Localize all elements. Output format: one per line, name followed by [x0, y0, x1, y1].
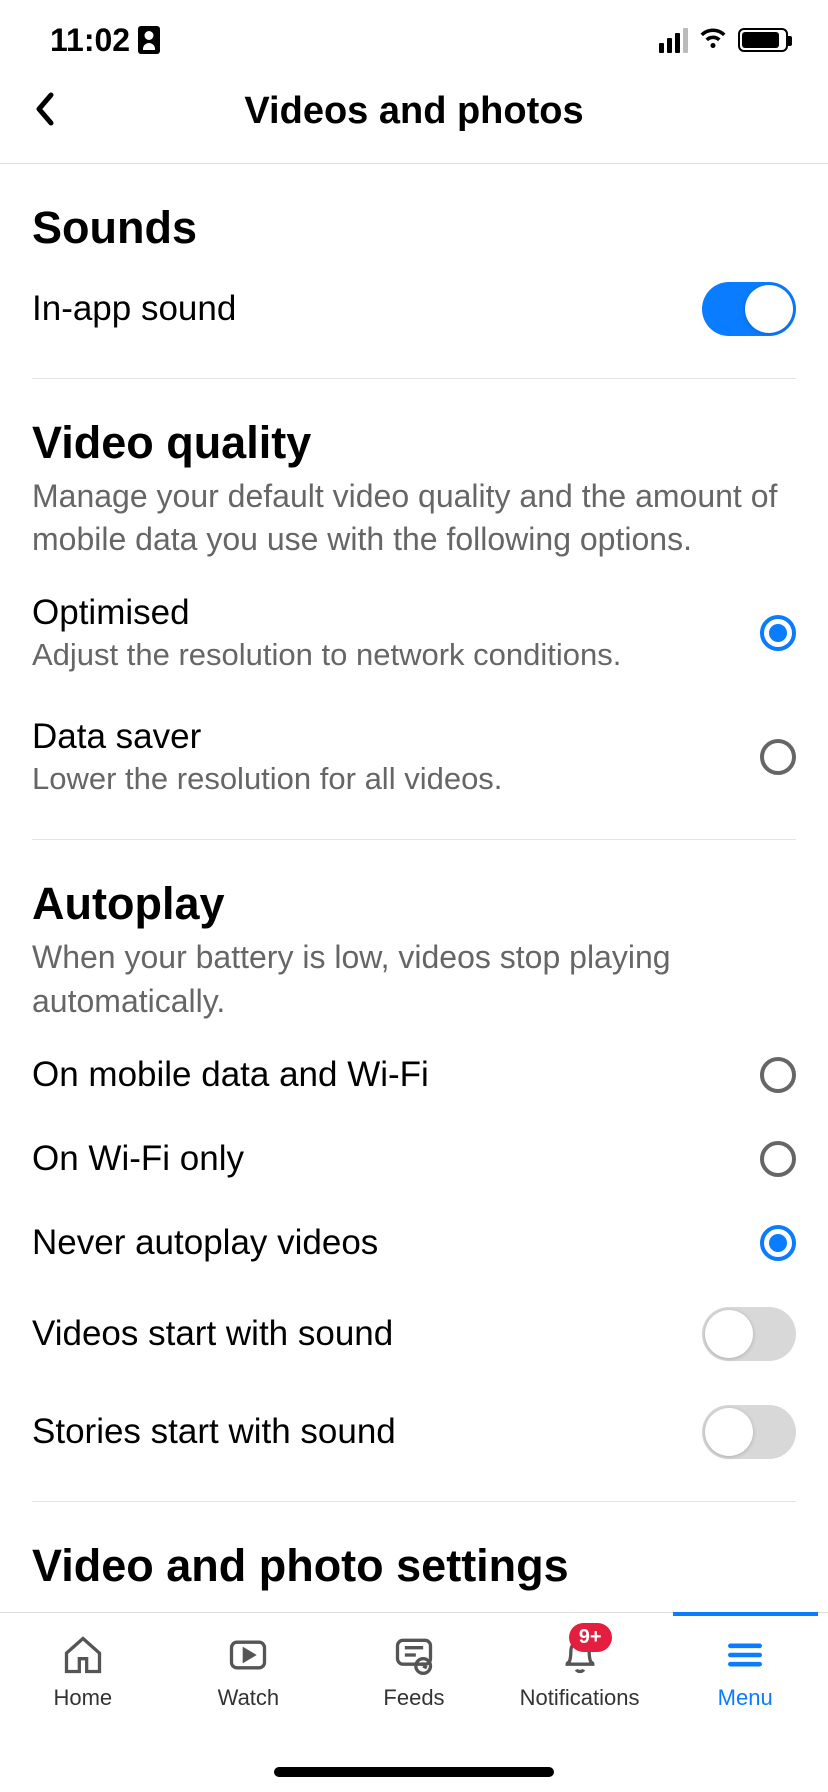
row-autoplay-wifi-only[interactable]: On Wi-Fi only: [32, 1117, 796, 1201]
autoplay-mobile-wifi-label: On mobile data and Wi-Fi: [32, 1055, 760, 1095]
data-saver-sub: Lower the resolution for all videos.: [32, 761, 760, 797]
autoplay-wifi-only-radio[interactable]: [760, 1141, 796, 1177]
tab-menu-label: Menu: [718, 1685, 773, 1711]
row-autoplay-never[interactable]: Never autoplay videos: [32, 1201, 796, 1285]
tab-feeds-label: Feeds: [383, 1685, 444, 1711]
section-video-quality: Video quality Manage your default video …: [32, 379, 796, 840]
section-title-vp-settings: Video and photo settings: [32, 1540, 796, 1592]
home-indicator[interactable]: [274, 1767, 554, 1777]
nav-header: Videos and photos: [0, 70, 828, 164]
autoplay-never-radio[interactable]: [760, 1225, 796, 1261]
battery-icon: [738, 28, 788, 52]
row-stories-sound[interactable]: Stories start with sound: [32, 1383, 796, 1481]
tab-menu[interactable]: Menu: [673, 1631, 818, 1792]
status-bar: 11:02: [0, 0, 828, 70]
stories-sound-toggle[interactable]: [702, 1405, 796, 1459]
video-quality-desc: Manage your default video quality and th…: [32, 475, 796, 561]
bell-icon: 9+: [558, 1631, 602, 1679]
row-data-saver[interactable]: Data saver Lower the resolution for all …: [32, 695, 796, 819]
in-app-sound-label: In-app sound: [32, 289, 702, 329]
data-saver-radio[interactable]: [760, 739, 796, 775]
tab-watch-label: Watch: [218, 1685, 280, 1711]
in-app-sound-toggle[interactable]: [702, 282, 796, 336]
section-title-sounds: Sounds: [32, 202, 796, 254]
tab-bar: Home Watch Feeds 9+ Notifications Menu: [0, 1612, 828, 1792]
tab-home-label: Home: [53, 1685, 112, 1711]
videos-sound-toggle[interactable]: [702, 1307, 796, 1361]
section-autoplay: Autoplay When your battery is low, video…: [32, 840, 796, 1501]
optimised-radio[interactable]: [760, 615, 796, 651]
videos-sound-label: Videos start with sound: [32, 1314, 702, 1354]
row-optimised[interactable]: Optimised Adjust the resolution to netwo…: [32, 571, 796, 695]
row-videos-sound[interactable]: Videos start with sound: [32, 1285, 796, 1383]
row-in-app-sound[interactable]: In-app sound: [32, 260, 796, 358]
page-title: Videos and photos: [30, 90, 798, 133]
data-saver-label: Data saver: [32, 717, 760, 757]
id-icon: [138, 26, 160, 54]
tab-home[interactable]: Home: [10, 1631, 155, 1792]
watch-icon: [226, 1631, 270, 1679]
optimised-label: Optimised: [32, 593, 760, 633]
autoplay-wifi-only-label: On Wi-Fi only: [32, 1139, 760, 1179]
tab-notifications-label: Notifications: [520, 1685, 640, 1711]
section-sounds: Sounds In-app sound: [32, 164, 796, 379]
stories-sound-label: Stories start with sound: [32, 1412, 702, 1452]
feeds-icon: [392, 1631, 436, 1679]
autoplay-never-label: Never autoplay videos: [32, 1223, 760, 1263]
autoplay-mobile-wifi-radio[interactable]: [760, 1057, 796, 1093]
menu-icon: [723, 1631, 767, 1679]
cellular-icon: [659, 28, 688, 53]
optimised-sub: Adjust the resolution to network conditi…: [32, 637, 760, 673]
home-icon: [61, 1631, 105, 1679]
time-value: 11:02: [50, 22, 130, 59]
row-autoplay-mobile-wifi[interactable]: On mobile data and Wi-Fi: [32, 1033, 796, 1117]
status-time: 11:02: [50, 22, 160, 59]
notification-badge: 9+: [569, 1623, 612, 1652]
section-title-autoplay: Autoplay: [32, 878, 796, 930]
section-title-video-quality: Video quality: [32, 417, 796, 469]
status-icons: [659, 23, 788, 58]
back-button[interactable]: [30, 89, 60, 134]
wifi-icon: [698, 23, 728, 58]
autoplay-desc: When your battery is low, videos stop pl…: [32, 936, 796, 1022]
